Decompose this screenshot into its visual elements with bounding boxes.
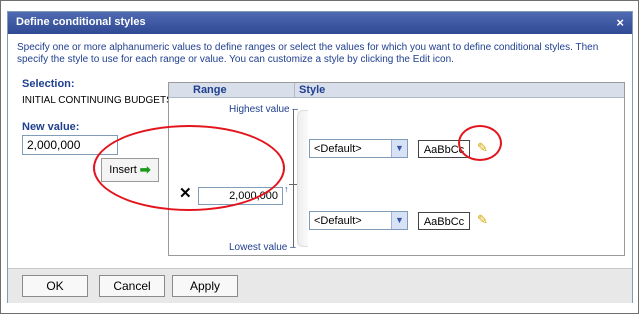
cancel-button[interactable]: Cancel — [99, 275, 165, 297]
lowest-value-label: Lowest value – — [229, 242, 296, 253]
instructions-text: Specify one or more alphanumeric values … — [17, 42, 599, 65]
range-bracket — [297, 110, 308, 247]
range-tick — [289, 184, 297, 185]
style-select-upper[interactable]: <Default> ▼ — [309, 139, 408, 158]
range-value-input[interactable] — [198, 187, 283, 205]
button-bar: OK Cancel Apply — [8, 268, 632, 303]
highest-value-label: Highest value – — [229, 104, 298, 115]
close-icon[interactable]: × — [616, 15, 624, 30]
header-divider — [294, 83, 295, 97]
lowest-value-text: Lowest value — [229, 242, 288, 253]
dialog-title: Define conditional styles — [16, 16, 146, 28]
style-select-lower[interactable]: <Default> ▼ — [309, 211, 408, 230]
insert-button-label: Insert — [109, 164, 137, 176]
move-up-icon[interactable]: ↑ — [284, 184, 289, 194]
new-value-input[interactable] — [22, 135, 118, 155]
style-select-upper-value: <Default> — [314, 143, 362, 155]
highest-value-text: Highest value — [229, 104, 290, 115]
style-select-lower-value: <Default> — [314, 215, 362, 227]
ok-button[interactable]: OK — [22, 275, 88, 297]
apply-button[interactable]: Apply — [172, 275, 238, 297]
title-bar: Define conditional styles × — [8, 12, 632, 34]
style-sample-upper: AaBbCc — [418, 140, 470, 158]
screenshot-frame: Define conditional styles × Specify one … — [0, 0, 639, 314]
selection-value: INITIAL CONTINUING BUDGETS — [22, 95, 173, 106]
pencil-icon[interactable]: ✎ — [477, 141, 488, 154]
chevron-down-icon: ▼ — [391, 140, 407, 157]
grid-header: Range Style — [169, 83, 624, 98]
range-axis-line — [293, 109, 294, 247]
style-column-header: Style — [299, 84, 326, 96]
style-sample-lower: AaBbCc — [418, 212, 470, 230]
range-column-header: Range — [193, 84, 227, 96]
right-arrow-icon: ➡ — [139, 162, 151, 177]
chevron-down-icon: ▼ — [391, 212, 407, 229]
new-value-label: New value: — [22, 121, 80, 133]
conditional-styles-dialog: Define conditional styles × Specify one … — [7, 11, 633, 303]
pencil-icon[interactable]: ✎ — [477, 213, 488, 226]
lowest-dash: – — [290, 242, 296, 253]
insert-button[interactable]: Insert ➡ — [101, 158, 159, 182]
range-style-grid: Range Style Highest value – ✕ ↑ <Default… — [168, 82, 625, 256]
delete-range-icon[interactable]: ✕ — [179, 186, 192, 201]
selection-label: Selection: — [22, 78, 75, 90]
